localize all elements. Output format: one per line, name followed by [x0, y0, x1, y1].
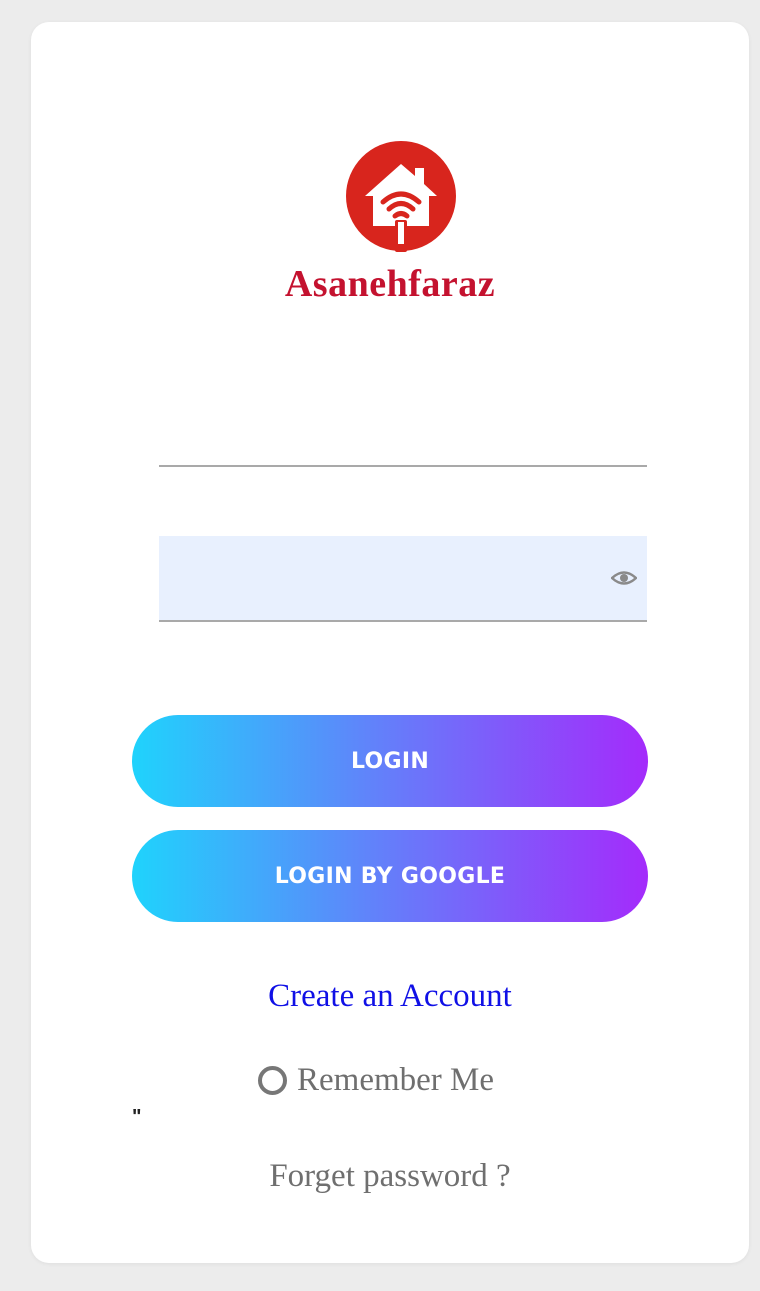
- username-field[interactable]: [159, 395, 647, 467]
- create-account-link[interactable]: Create an Account: [0, 978, 760, 1015]
- login-by-google-button[interactable]: LOGIN BY GOOGLE: [132, 830, 648, 922]
- password-field[interactable]: [159, 536, 589, 620]
- stray-quote-text: ": [132, 1106, 142, 1128]
- eye-icon[interactable]: [611, 568, 637, 588]
- login-button[interactable]: LOGIN: [132, 715, 648, 807]
- password-field-wrapper: [159, 536, 647, 622]
- radio-icon[interactable]: [258, 1065, 287, 1095]
- remember-me-label: Remember Me: [297, 1061, 495, 1098]
- house-wifi-icon: [346, 141, 456, 252]
- forget-password-link[interactable]: Forget password ?: [0, 1158, 760, 1195]
- remember-me-option[interactable]: Remember Me: [258, 1060, 494, 1100]
- brand-name: Asanehfaraz: [284, 263, 496, 305]
